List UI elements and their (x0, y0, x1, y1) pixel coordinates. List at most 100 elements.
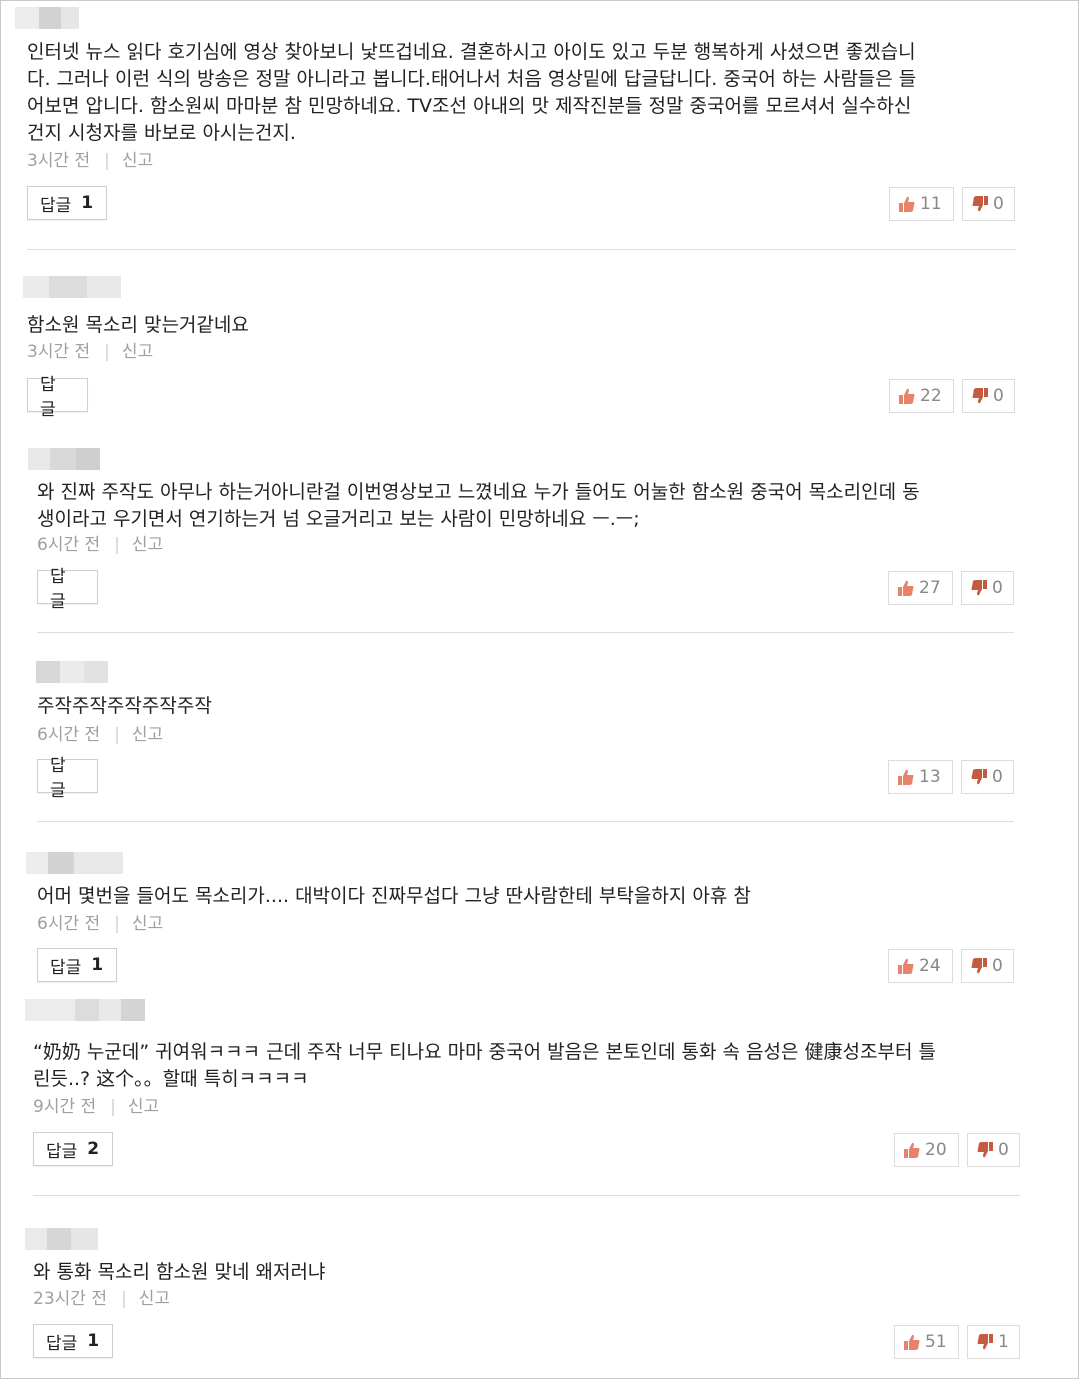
avatar (36, 661, 108, 683)
like-button[interactable]: 20 (894, 1133, 959, 1167)
report-link[interactable]: 신고 (132, 535, 163, 555)
dislike-count: 0 (993, 194, 1004, 214)
comment-text: 와 통화 목소리 함소원 맞네 왜저러냐 (33, 1261, 326, 1283)
reply-count: 1 (91, 955, 104, 975)
like-count: 27 (919, 578, 941, 598)
comment-time: 3시간 전 (27, 342, 91, 362)
thumbs-down-icon (977, 1334, 993, 1350)
comment-meta: 6시간 전 | 신고 (37, 914, 164, 934)
reply-count: 1 (87, 1331, 100, 1351)
comment-meta: 3시간 전 | 신고 (27, 342, 154, 362)
reply-button[interactable]: 답글 1 (27, 186, 107, 220)
dislike-count: 0 (992, 578, 1003, 598)
like-button[interactable]: 22 (889, 379, 954, 413)
like-button[interactable]: 13 (888, 760, 953, 794)
reply-label: 답글 (40, 375, 56, 420)
reply-label: 답글 (50, 567, 66, 612)
comment-meta: 9시간 전 | 신고 (33, 1097, 160, 1117)
reply-button[interactable]: 답글 1 (33, 1324, 113, 1358)
thumbs-down-icon (971, 769, 987, 785)
thumbs-down-icon (977, 1142, 993, 1158)
dislike-button[interactable]: 0 (967, 1133, 1020, 1167)
comment-meta: 6시간 전 | 신고 (37, 535, 164, 555)
dislike-button[interactable]: 0 (962, 379, 1015, 413)
dislike-count: 0 (993, 386, 1004, 406)
avatar (23, 276, 121, 298)
avatar (25, 1228, 98, 1250)
comment-time: 6시간 전 (37, 725, 101, 745)
thumbs-up-icon (899, 388, 915, 404)
avatar (28, 448, 100, 470)
reply-count: 2 (87, 1139, 100, 1159)
report-link[interactable]: 신고 (122, 342, 153, 362)
reply-button[interactable]: 답글 (37, 567, 98, 612)
dislike-button[interactable]: 0 (961, 571, 1014, 605)
reply-label: 답글 (46, 1333, 78, 1354)
like-button[interactable]: 51 (894, 1325, 959, 1359)
comment-text: 함소원 목소리 맞는거같네요 (27, 314, 249, 336)
reply-count: 1 (81, 193, 94, 213)
comment-text: 와 진짜 주작도 아무나 하는거아니란걸 이번영상보고 느꼈네요 누가 들어도 … (37, 481, 920, 530)
thumbs-down-icon (972, 196, 988, 212)
report-link[interactable]: 신고 (132, 725, 163, 745)
comment-time: 9시간 전 (33, 1097, 97, 1117)
reply-label: 답글 (50, 756, 66, 801)
reply-label: 답글 (50, 957, 82, 978)
reply-button[interactable]: 답글 (27, 375, 88, 420)
dislike-button[interactable]: 0 (961, 949, 1014, 983)
thumbs-up-icon (898, 958, 914, 974)
dislike-count: 0 (992, 956, 1003, 976)
comment-time: 6시간 전 (37, 535, 101, 555)
like-count: 11 (920, 194, 942, 214)
dislike-count: 0 (998, 1140, 1009, 1160)
thumbs-down-icon (971, 958, 987, 974)
reply-button[interactable]: 답글 1 (37, 948, 117, 982)
like-button[interactable]: 27 (888, 571, 953, 605)
like-count: 51 (925, 1332, 947, 1352)
thumbs-up-icon (898, 580, 914, 596)
like-button[interactable]: 24 (888, 949, 953, 983)
like-count: 22 (920, 386, 942, 406)
dislike-count: 1 (998, 1332, 1009, 1352)
comment-text: 어머 몇번을 들어도 목소리가.... 대박이다 진짜무섭다 그냥 딴사람한테 … (37, 885, 751, 907)
avatar (25, 999, 145, 1021)
divider (37, 821, 1014, 822)
reply-label: 답글 (46, 1141, 78, 1162)
avatar (26, 852, 123, 874)
dislike-button[interactable]: 0 (962, 187, 1015, 221)
thumbs-down-icon (972, 388, 988, 404)
comment-meta: 23시간 전 | 신고 (33, 1289, 170, 1309)
thumbs-up-icon (904, 1142, 920, 1158)
report-link[interactable]: 신고 (132, 914, 163, 934)
comment-list: 인터넷 뉴스 읽다 호기심에 영상 찾아보니 낯뜨겁네요. 결혼하시고 아이도 … (0, 0, 1079, 1379)
report-link[interactable]: 신고 (122, 151, 153, 171)
reply-button[interactable]: 답글 2 (33, 1132, 113, 1166)
report-link[interactable]: 신고 (139, 1289, 170, 1309)
thumbs-up-icon (899, 196, 915, 212)
avatar (15, 7, 79, 29)
dislike-button[interactable]: 1 (967, 1325, 1020, 1359)
thumbs-up-icon (904, 1334, 920, 1350)
like-count: 24 (919, 956, 941, 976)
like-count: 20 (925, 1140, 947, 1160)
divider (37, 632, 1014, 633)
thumbs-down-icon (971, 580, 987, 596)
comment-time: 6시간 전 (37, 914, 101, 934)
like-count: 13 (919, 767, 941, 787)
divider (27, 249, 1016, 250)
comment-time: 23시간 전 (33, 1289, 107, 1309)
comment-time: 3시간 전 (27, 151, 91, 171)
reply-label: 답글 (40, 195, 72, 216)
thumbs-up-icon (898, 769, 914, 785)
like-button[interactable]: 11 (889, 187, 954, 221)
comment-text: 인터넷 뉴스 읽다 호기심에 영상 찾아보니 낯뜨겁네요. 결혼하시고 아이도 … (27, 41, 917, 144)
divider (33, 1195, 1020, 1196)
report-link[interactable]: 신고 (128, 1097, 159, 1117)
comment-meta: 6시간 전 | 신고 (37, 725, 164, 745)
reply-button[interactable]: 답글 (37, 756, 98, 801)
dislike-count: 0 (992, 767, 1003, 787)
comment-text: “奶奶 누군데” 귀여워ㅋㅋㅋ 근데 주작 너무 티나요 마마 중국어 발음은 … (33, 1041, 936, 1090)
comment-text: 주작주작주작주작주작 (37, 695, 212, 717)
dislike-button[interactable]: 0 (961, 760, 1014, 794)
comment-meta: 3시간 전 | 신고 (27, 151, 154, 171)
